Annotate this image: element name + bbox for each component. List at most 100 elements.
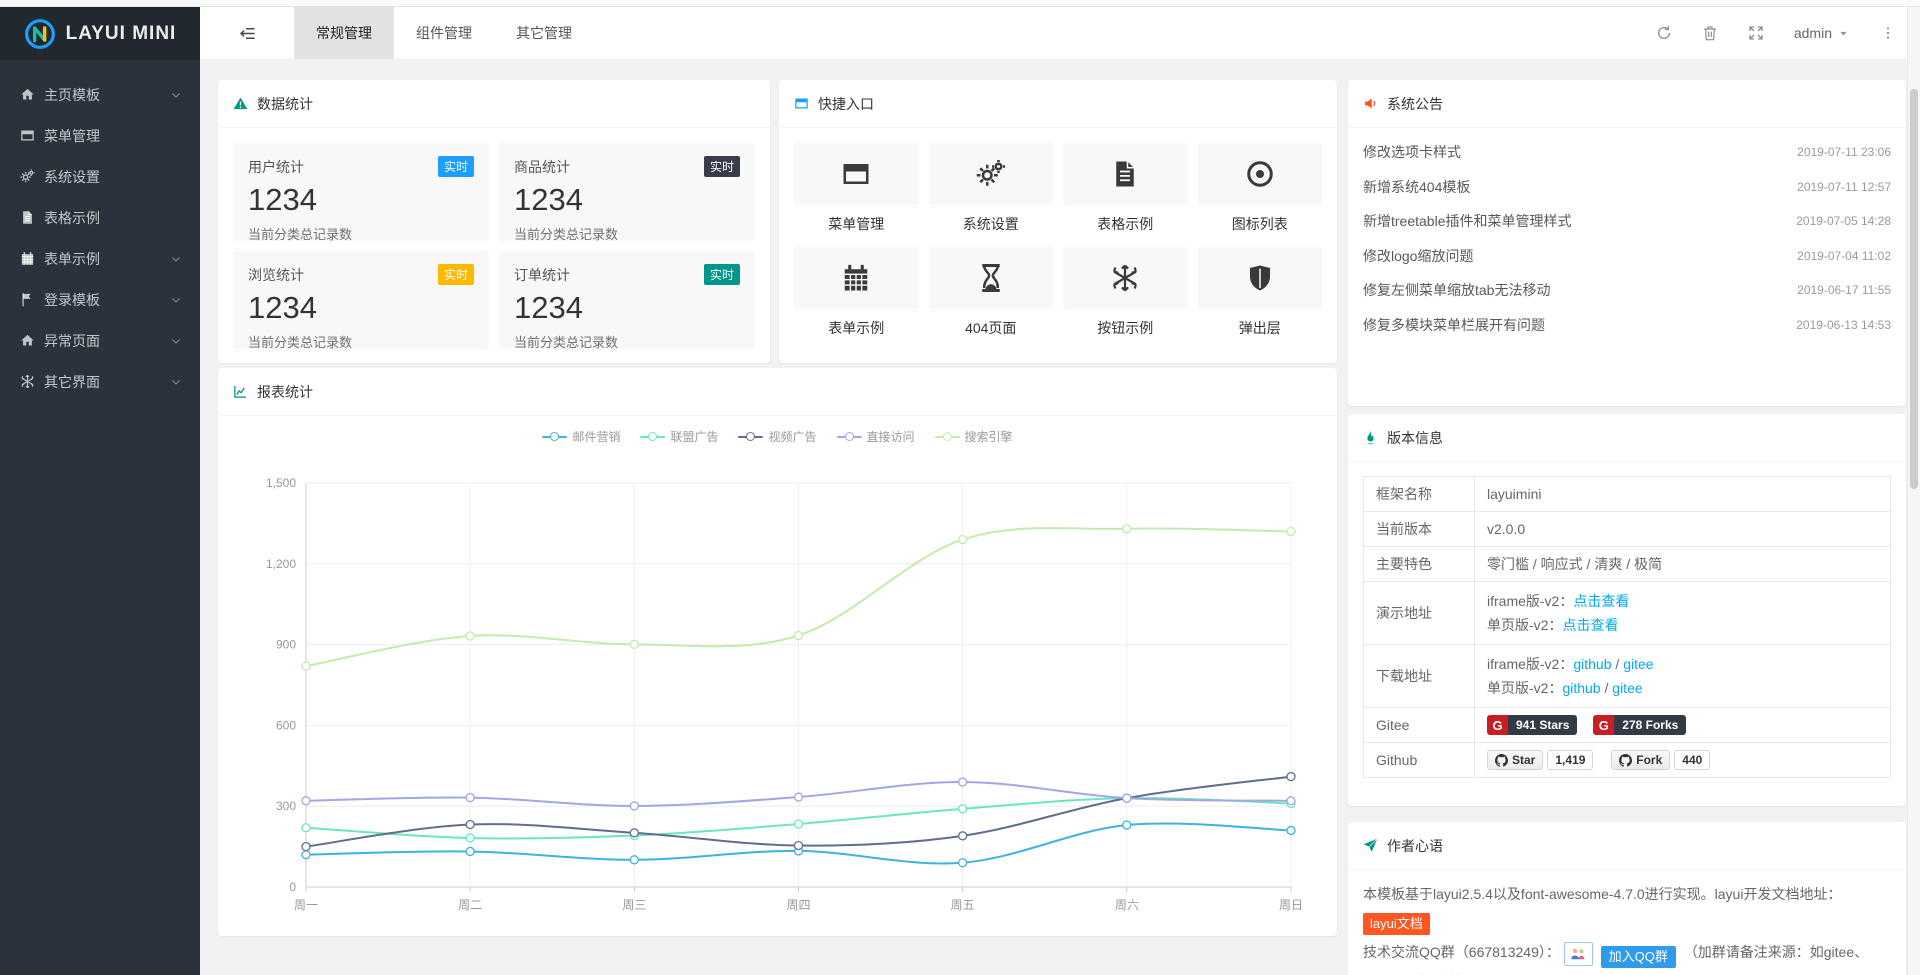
legend-item[interactable]: 邮件营销: [542, 428, 620, 445]
svg-text:1,200: 1,200: [266, 557, 296, 571]
nav-tab[interactable]: 常规管理: [294, 7, 394, 59]
legend-item[interactable]: 联盟广告: [640, 428, 718, 445]
svg-text:周四: 周四: [786, 898, 810, 912]
notice-date: 2019-07-11 23:06: [1797, 145, 1891, 159]
svg-text:1,500: 1,500: [266, 476, 296, 490]
scrollbar-thumb[interactable]: [1910, 89, 1918, 489]
notice-card-title: 系统公告: [1387, 94, 1443, 114]
sidebar-item[interactable]: 登录模板: [0, 279, 200, 320]
download-github-link[interactable]: github: [1573, 656, 1611, 672]
report-card-title: 报表统计: [257, 382, 313, 402]
svg-text:周一: 周一: [294, 898, 318, 912]
author-card: 作者心语 本模板基于layui2.5.4以及font-awesome-4.7.0…: [1348, 822, 1906, 975]
quick-entry-item[interactable]: 按钮示例: [1063, 247, 1188, 338]
fullscreen-icon[interactable]: [1748, 25, 1764, 41]
quick-entry-label: 按钮示例: [1063, 318, 1188, 338]
calendar-icon: [841, 263, 871, 293]
refresh-icon[interactable]: [1656, 25, 1672, 41]
nav-tab[interactable]: 组件管理: [394, 7, 494, 59]
legend-item[interactable]: 搜索引擎: [935, 428, 1013, 445]
quick-entry-item[interactable]: 404页面: [929, 247, 1054, 338]
scrollbar-track[interactable]: [1907, 7, 1920, 975]
legend-item[interactable]: 直接访问: [837, 428, 915, 445]
notice-text: 新增系统404模板: [1363, 177, 1470, 197]
quick-entry-label: 表格示例: [1063, 214, 1188, 234]
username: admin: [1794, 25, 1832, 41]
version-feat-label: 主要特色: [1364, 547, 1475, 582]
chevron-down-icon: [170, 89, 182, 101]
join-qq-button[interactable]: 加入QQ群: [1601, 946, 1676, 968]
dotcircle-icon: [1245, 159, 1275, 189]
quick-entry-item[interactable]: 表格示例: [1063, 143, 1188, 234]
sidebar-collapse-button[interactable]: [200, 7, 294, 59]
legend-label: 搜索引擎: [965, 428, 1013, 445]
sidebar-item[interactable]: 主页模板: [0, 74, 200, 115]
legend-label: 联盟广告: [670, 428, 718, 445]
quick-entry-title: 快捷入口: [818, 94, 874, 114]
quick-entry-icon-box: [1198, 143, 1323, 205]
version-github-label: Github: [1364, 743, 1475, 778]
nav-tab[interactable]: 其它管理: [494, 7, 594, 59]
clear-cache-icon[interactable]: [1702, 25, 1718, 41]
notice-row: 修改选项卡样式 2019-07-11 23:06: [1363, 135, 1891, 170]
logo-icon: [24, 18, 56, 50]
legend-item[interactable]: 视频广告: [738, 428, 816, 445]
caret-down-icon: [1837, 27, 1850, 40]
gitee-stars-badge[interactable]: G941 Stars: [1487, 715, 1577, 735]
sidebar-item[interactable]: 系统设置: [0, 156, 200, 197]
demo-link-spa[interactable]: 点击查看: [1562, 617, 1618, 633]
table-row: Github Star 1,419 Fork 440: [1364, 743, 1891, 778]
table-row: 主要特色 零门槛 / 响应式 / 清爽 / 极简: [1364, 547, 1891, 582]
nav-tabs: 常规管理 组件管理 其它管理: [294, 7, 594, 59]
quick-entry-icon-box: [794, 143, 919, 205]
download-github-link2[interactable]: github: [1562, 680, 1600, 696]
notice-text: 修改logo缩放问题: [1363, 246, 1473, 266]
quick-entry-item[interactable]: 弹出层: [1198, 247, 1323, 338]
github-star-widget[interactable]: Star 1,419: [1487, 750, 1593, 770]
user-menu[interactable]: admin: [1794, 25, 1850, 41]
quick-entry-item[interactable]: 系统设置: [929, 143, 1054, 234]
stat-description: 当前分类总记录数: [248, 332, 474, 351]
version-feat-value: 零门槛 / 响应式 / 清爽 / 极简: [1475, 547, 1891, 582]
chevron-down-icon: [170, 253, 182, 265]
sidebar-item-label: 表单示例: [44, 249, 170, 269]
nav-tab-label: 组件管理: [416, 25, 472, 41]
more-menu-icon[interactable]: [1880, 25, 1896, 41]
legend-label: 直接访问: [867, 428, 915, 445]
notice-date: 2019-06-13 14:53: [1796, 318, 1891, 332]
sidebar-item[interactable]: 菜单管理: [0, 115, 200, 156]
sidebar-item[interactable]: 异常页面: [0, 320, 200, 361]
demo-link-iframe[interactable]: 点击查看: [1573, 593, 1629, 609]
notice-card: 系统公告 修改选项卡样式 2019-07-11 23:06 新增系统404模板 …: [1348, 80, 1906, 406]
layui-doc-badge[interactable]: layui文档: [1363, 913, 1430, 935]
sidebar-item-label: 主页模板: [44, 85, 170, 105]
notice-row: 新增treetable插件和菜单管理样式 2019-07-05 14:28: [1363, 204, 1891, 239]
sidebar-item[interactable]: 其它界面: [0, 361, 200, 402]
stat-box: 浏览统计 实时 1234 当前分类总记录数: [233, 251, 489, 349]
quick-entry-item[interactable]: 菜单管理: [794, 143, 919, 234]
sidebar-item[interactable]: 表单示例: [0, 238, 200, 279]
svg-text:周五: 周五: [951, 898, 975, 912]
download-gitee-link2[interactable]: gitee: [1612, 680, 1642, 696]
quick-entry-label: 图标列表: [1198, 214, 1323, 234]
stat-value: 1234: [248, 290, 474, 326]
github-fork-widget[interactable]: Fork 440: [1611, 750, 1710, 770]
version-name-value: layuimini: [1475, 477, 1891, 512]
table-row: 演示地址 iframe版-v2：点击查看 单页版-v2：点击查看: [1364, 582, 1891, 645]
svg-text:周二: 周二: [458, 898, 482, 912]
quick-entry-label: 系统设置: [929, 214, 1054, 234]
quick-entry-item[interactable]: 图标列表: [1198, 143, 1323, 234]
download-gitee-link[interactable]: gitee: [1623, 656, 1653, 672]
quick-entry-icon-box: [1063, 143, 1188, 205]
stat-label: 用户统计: [248, 157, 304, 177]
gitee-forks-badge[interactable]: G278 Forks: [1593, 715, 1686, 735]
stat-value: 1234: [248, 182, 474, 218]
github-icon: [1495, 754, 1508, 767]
notice-text: 修复多模块菜单栏展开有问题: [1363, 315, 1545, 335]
notice-date: 2019-07-04 11:02: [1797, 249, 1891, 263]
sidebar-item[interactable]: 表格示例: [0, 197, 200, 238]
quick-entry-item[interactable]: 表单示例: [794, 247, 919, 338]
notice-text: 修复左侧菜单缩放tab无法移动: [1363, 280, 1550, 300]
legend-marker: [837, 432, 862, 442]
author-card-header: 作者心语: [1348, 822, 1906, 870]
